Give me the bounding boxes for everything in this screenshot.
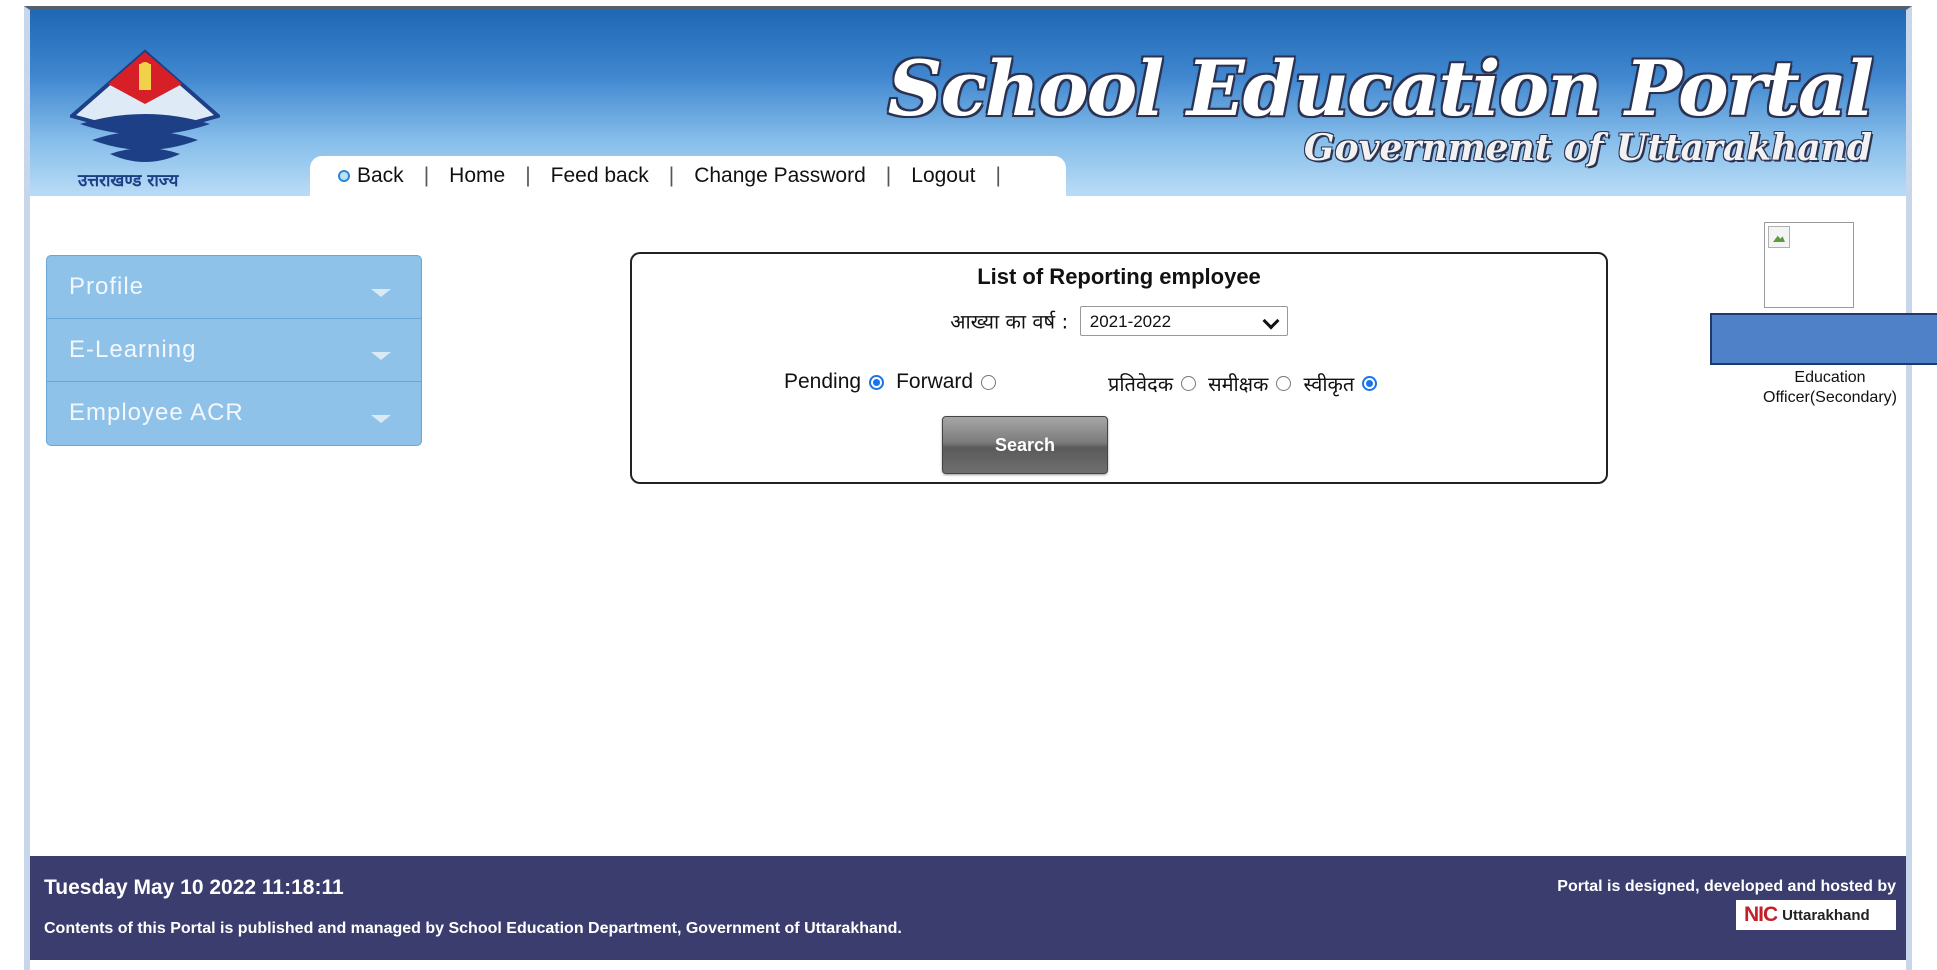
radio-label-samikshak: समीक्षक — [1208, 372, 1269, 396]
radio-swikrit[interactable] — [1362, 376, 1378, 391]
user-name-bar — [1710, 313, 1937, 365]
radio-label-swikrit: स्वीकृत — [1303, 372, 1355, 396]
radio-samikshak[interactable] — [1276, 376, 1292, 391]
home-link[interactable]: Home — [449, 164, 505, 188]
sidebar-item-label: E-Learning — [69, 336, 197, 363]
radio-forward[interactable] — [981, 374, 997, 390]
sidebar-menu: Profile E-Learning Employee ACR — [46, 255, 422, 446]
footer: Tuesday May 10 2022 11:18:11 Contents of… — [30, 856, 1906, 960]
back-link[interactable]: Back — [338, 164, 404, 188]
nic-logo-mark: NIC — [1744, 903, 1778, 926]
portal-title: School Education Portal — [887, 44, 1874, 133]
nav-separator: | — [423, 164, 430, 187]
footer-contents-note: Contents of this Portal is published and… — [44, 920, 902, 937]
back-label: Back — [357, 164, 404, 187]
nav-separator: | — [525, 164, 531, 187]
panel-title: List of Reporting employee — [977, 264, 1261, 289]
top-navigation: Back | Home | Feed back | Change Passwor… — [310, 156, 1066, 196]
logout-link[interactable]: Logout — [911, 164, 975, 188]
chevron-down-icon — [1262, 312, 1280, 330]
chevron-down-icon — [371, 415, 391, 423]
back-icon — [338, 170, 350, 183]
year-label: आख्या का वर्ष : — [950, 309, 1069, 334]
sidebar-item-e-learning[interactable]: E-Learning — [47, 319, 421, 382]
nic-logo-region: Uttarakhand — [1782, 906, 1870, 924]
role-radio-group: प्रतिवेदक समीक्षक स्वीकृत — [1108, 370, 1389, 397]
nav-separator: | — [885, 164, 892, 187]
feedback-link[interactable]: Feed back — [551, 164, 649, 188]
year-row: आख्या का वर्ष : 2021-2022 — [632, 306, 1606, 336]
user-photo — [1764, 222, 1854, 308]
radio-label-pratived: प्रतिवेदक — [1108, 372, 1174, 396]
page-frame: उत्तराखण्ड राज्य School Education Portal… — [24, 6, 1937, 970]
year-select[interactable]: 2021-2022 — [1079, 306, 1288, 336]
broken-image-icon — [1768, 226, 1790, 248]
year-select-value: 2021-2022 — [1089, 312, 1172, 331]
sidebar-item-label: Profile — [69, 273, 145, 300]
chevron-down-icon — [371, 289, 391, 297]
nic-logo[interactable]: NIC Uttarakhand — [1736, 900, 1896, 930]
header: उत्तराखण्ड राज्य School Education Portal… — [30, 10, 1906, 196]
radio-pratived[interactable] — [1181, 376, 1197, 391]
emblem-caption: उत्तराखण्ड राज्य — [78, 171, 179, 191]
user-role: Education Officer(Secondary) — [1763, 369, 1897, 406]
nav-separator: | — [995, 164, 1001, 187]
radio-label-forward: Forward — [896, 370, 974, 393]
status-radio-group: Pending Forward — [784, 370, 1008, 394]
reporting-employee-panel: List of Reporting employee आख्या का वर्ष… — [630, 252, 1608, 484]
sidebar-item-profile[interactable]: Profile — [47, 256, 421, 319]
chevron-down-icon — [371, 352, 391, 360]
change-password-link[interactable]: Change Password — [694, 164, 866, 188]
sidebar-item-label: Employee ACR — [69, 399, 244, 426]
radio-pending[interactable] — [869, 374, 885, 390]
portal-brand: School Education Portal Government of Ut… — [887, 44, 1874, 169]
search-button[interactable]: Search — [942, 416, 1108, 474]
radio-label-pending: Pending — [784, 370, 862, 393]
nav-separator: | — [668, 164, 675, 187]
footer-datetime: Tuesday May 10 2022 11:18:11 — [44, 876, 344, 899]
footer-hosted-by: Portal is designed, developed and hosted… — [1557, 878, 1896, 895]
sidebar-item-employee-acr[interactable]: Employee ACR — [47, 382, 421, 445]
